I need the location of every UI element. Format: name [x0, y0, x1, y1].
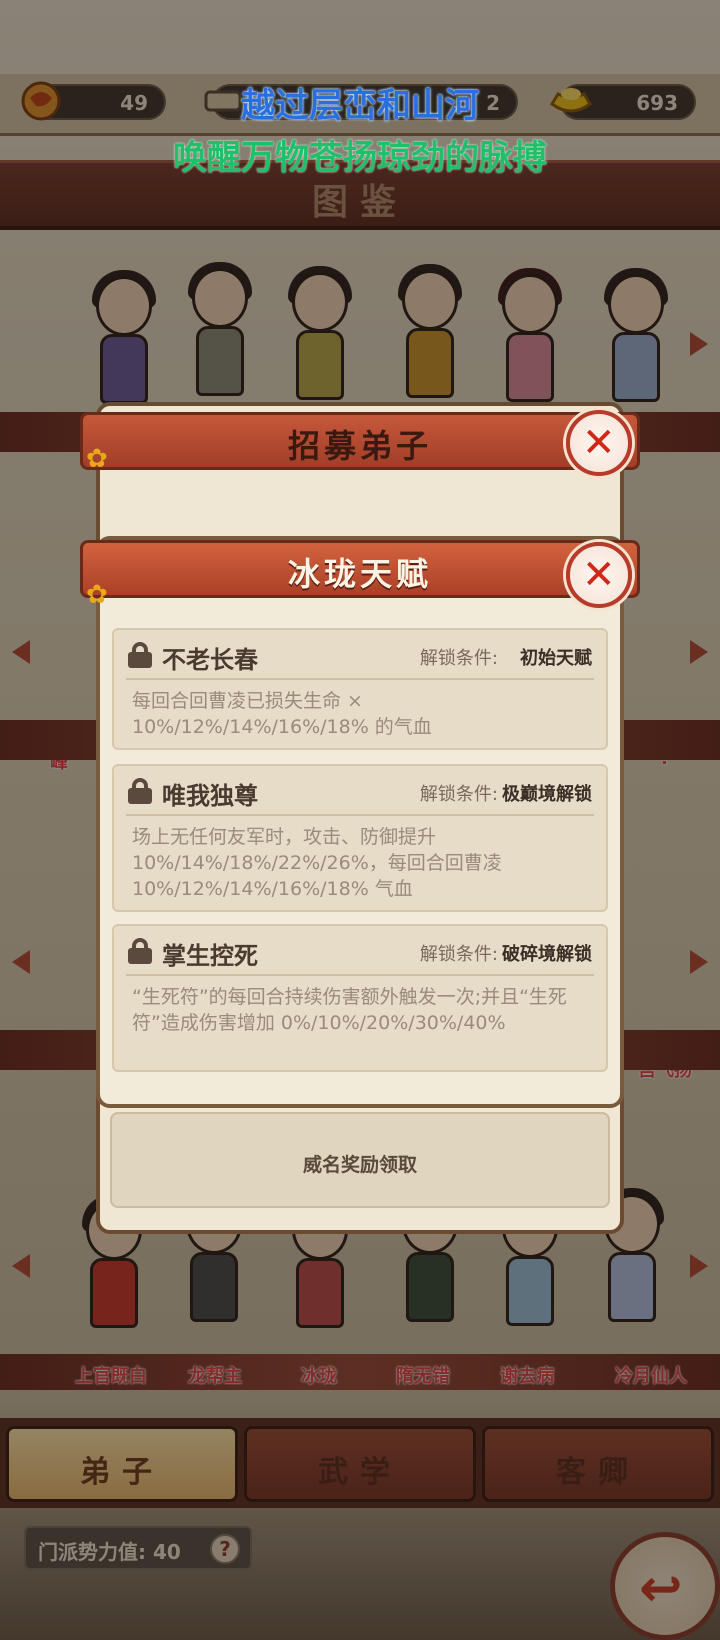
fame-reward-label: 威名奖励领取: [302, 1154, 417, 1176]
lock-icon: [128, 778, 152, 804]
fame-reward-panel[interactable]: 威名奖励领取: [110, 1112, 610, 1208]
talent-card: 唯我独尊 解锁条件: 极巅境解锁 场上无任何友军时，攻击、防御提升 10%/14…: [112, 764, 608, 912]
talent-card: 不老长春 解锁条件: 初始天赋 每回合回曹凌已损失生命 × 10%/12%/14…: [112, 628, 608, 750]
talent-card: 掌生控死 解锁条件: 破碎境解锁 “生死符”的每回合持续伤害额外触发一次;并且“…: [112, 924, 608, 1072]
divider: [126, 814, 594, 816]
lock-icon: [128, 938, 152, 964]
talent-description: 场上无任何友军时，攻击、防御提升 10%/14%/18%/22%/26%，每回合…: [132, 826, 502, 900]
unlock-condition-value: 极巅境解锁: [502, 784, 592, 805]
flower-icon: ✿: [86, 444, 108, 474]
overlay-caption-line-1: 越过层峦和山河: [241, 86, 479, 126]
unlock-condition-label: 解锁条件:: [419, 648, 498, 669]
divider: [126, 974, 594, 976]
lock-icon: [128, 642, 152, 668]
talent-description: “生死符”的每回合持续伤害额外触发一次;并且“生死符”造成伤害增加 0%/10%…: [132, 986, 567, 1034]
divider: [126, 678, 594, 680]
close-button[interactable]: ✕: [566, 542, 632, 608]
talent-dialog-title: 冰珑天赋: [287, 555, 432, 593]
recruit-dialog-title: 招募弟子: [287, 427, 432, 465]
unlock-condition-value: 初始天赋: [520, 648, 592, 669]
game-screen: 49 2 693 图鉴 峰 ?: [0, 0, 720, 1640]
unlock-condition-label: 解锁条件:: [419, 944, 498, 965]
talent-name: 掌生控死: [162, 942, 258, 970]
talent-name: 唯我独尊: [162, 782, 258, 810]
unlock-condition-value: 破碎境解锁: [502, 944, 592, 965]
talent-name: 不老长春: [162, 646, 258, 674]
talent-description: 每回合回曹凌已损失生命 × 10%/12%/14%/16%/18% 的气血: [132, 690, 432, 738]
close-icon: ✕: [582, 420, 616, 466]
unlock-condition-label: 解锁条件:: [419, 784, 498, 805]
close-icon: ✕: [582, 552, 616, 598]
recruit-dialog-header: 招募弟子: [80, 412, 640, 470]
flower-icon: ✿: [86, 580, 108, 610]
close-button[interactable]: ✕: [566, 410, 632, 476]
talent-dialog-header: 冰珑天赋: [80, 540, 640, 598]
overlay-caption-line-2: 唤醒万物苍扬琼劲的脉搏: [173, 138, 547, 178]
